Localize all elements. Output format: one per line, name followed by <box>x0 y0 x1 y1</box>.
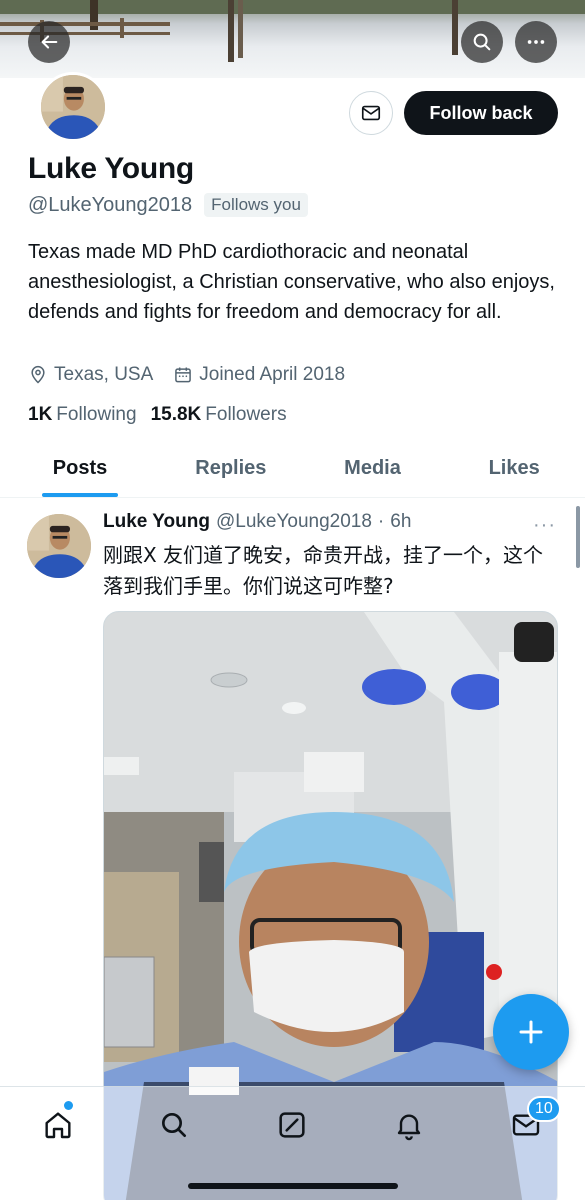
tab-replies[interactable]: Replies <box>160 440 302 497</box>
profile-tabs: Posts Replies Media Likes <box>0 440 585 498</box>
search-icon <box>162 1113 186 1137</box>
avatar-image <box>41 75 105 139</box>
location-text: Texas, USA <box>54 364 154 385</box>
profile-name: Luke Young <box>28 152 194 185</box>
handle-row: @LukeYoung2018 Follows you <box>28 193 308 217</box>
following-link[interactable]: 1K Following <box>28 404 137 426</box>
home-indicator[interactable] <box>188 1183 398 1189</box>
profile-bio: Texas made MD PhD cardiothoracic and neo… <box>28 241 555 323</box>
tweet-more-icon[interactable]: ··· <box>533 514 556 537</box>
joined-item: Joined April 2018 <box>173 364 345 386</box>
message-button[interactable] <box>349 91 393 135</box>
home-new-posts-dot <box>64 1101 73 1110</box>
nav-search[interactable] <box>154 1105 194 1145</box>
tweet-separator: · <box>377 511 385 532</box>
more-horizontal-icon <box>527 40 545 44</box>
tab-media[interactable]: Media <box>302 440 444 497</box>
following-label: Following <box>56 404 137 425</box>
followers-count: 15.8K <box>150 404 202 425</box>
follow-stats: 1K Following 15.8K Followers <box>28 404 287 426</box>
tweet-text: 刚跟X 友们道了晚安，命贵开战，挂了一个，这个落到我们手里。你们说这可咋整? <box>103 543 544 598</box>
profile-avatar[interactable] <box>38 72 108 142</box>
tweet-header: Luke Young @LukeYoung2018 · 6h <box>103 511 411 533</box>
location-item: Texas, USA <box>28 364 153 386</box>
notifications-icon <box>397 1114 421 1141</box>
tab-posts[interactable]: Posts <box>0 440 160 497</box>
calendar-icon <box>175 367 192 383</box>
messages-badge: 10 <box>527 1096 561 1122</box>
joined-text: Joined April 2018 <box>199 364 346 385</box>
location-pin-icon <box>31 365 45 384</box>
followers-label: Followers <box>205 404 287 425</box>
back-button[interactable] <box>28 21 70 63</box>
follows-you-badge: Follows you <box>204 193 308 217</box>
plus-icon <box>519 1020 543 1044</box>
avatar-image <box>27 514 91 578</box>
tweet-author-name[interactable]: Luke Young <box>103 511 210 533</box>
tweet-avatar[interactable] <box>27 514 91 578</box>
arrow-left-icon <box>41 35 58 49</box>
nav-home[interactable] <box>38 1105 78 1145</box>
profile-search-button[interactable] <box>461 21 503 63</box>
followers-link[interactable]: 15.8K Followers <box>151 404 287 426</box>
tab-likes[interactable]: Likes <box>443 440 585 497</box>
nav-notifications[interactable] <box>389 1105 429 1145</box>
compose-post-button[interactable] <box>493 994 569 1070</box>
profile-meta: Texas, USA Joined April 2018 <box>28 364 345 386</box>
nav-grok[interactable] <box>272 1105 312 1145</box>
tweet-time[interactable]: 6h <box>390 511 411 533</box>
scrollbar-thumb[interactable] <box>576 506 580 568</box>
follow-back-button[interactable]: Follow back <box>404 91 558 135</box>
following-count: 1K <box>28 404 53 425</box>
profile-banner[interactable] <box>0 0 585 78</box>
more-options-button[interactable] <box>515 21 557 63</box>
grok-icon <box>279 1112 305 1138</box>
tweet-author-handle[interactable]: @LukeYoung2018 <box>216 511 372 533</box>
home-icon <box>45 1112 71 1139</box>
mail-icon <box>361 105 381 121</box>
profile-handle: @LukeYoung2018 <box>28 193 193 216</box>
search-icon <box>473 33 491 51</box>
